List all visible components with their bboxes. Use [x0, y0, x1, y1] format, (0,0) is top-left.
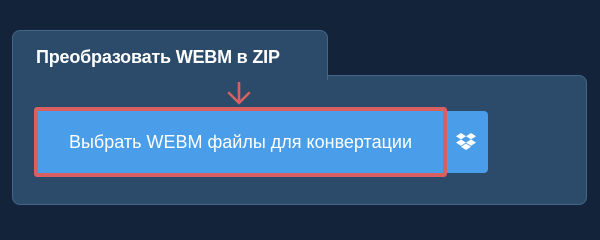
select-files-label: Выбрать WEBM файлы для конвертации	[68, 131, 413, 152]
converter-tab-title: Преобразовать WEBM в ZIP	[36, 47, 280, 67]
dropbox-icon	[455, 133, 476, 150]
dropbox-button[interactable]	[443, 111, 488, 173]
select-files-button[interactable]: Выбрать WEBM файлы для конвертации	[34, 107, 447, 177]
converter-tab: Преобразовать WEBM в ZIP	[12, 30, 328, 80]
arrow-down-icon	[227, 82, 251, 105]
